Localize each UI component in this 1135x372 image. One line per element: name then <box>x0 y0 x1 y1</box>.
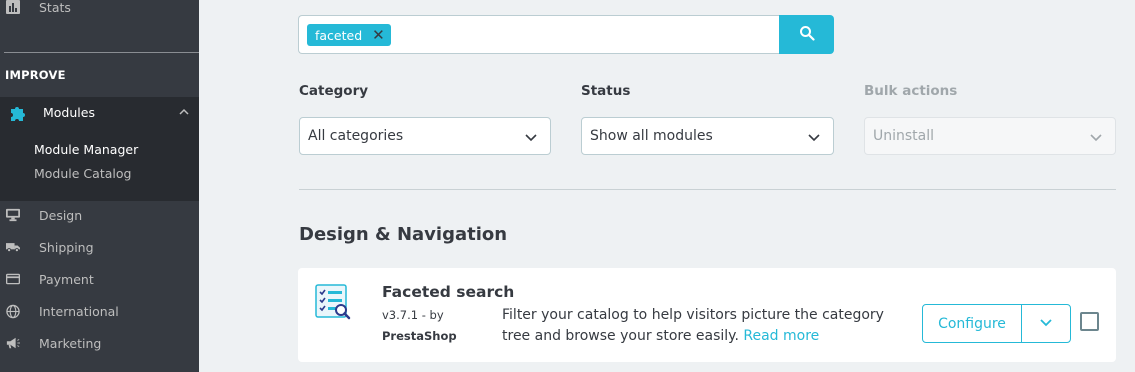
search-tag: faceted ✕ <box>307 24 391 46</box>
faceted-search-icon <box>314 283 352 321</box>
sidebar-divider <box>4 52 199 53</box>
divider <box>299 189 1116 190</box>
search-icon <box>799 25 815 45</box>
sidebar-item-label: Shipping <box>39 239 94 255</box>
sidebar-item-stats[interactable]: Stats <box>0 0 199 19</box>
sidebar-item-label: Payment <box>39 271 94 287</box>
module-description: Filter your catalog to help visitors pic… <box>502 305 902 347</box>
module-action-group: Configure <box>922 304 1071 343</box>
modules-submenu: Module Manager Module Catalog <box>0 128 199 201</box>
module-card: Faceted search v3.7.1 - by PrestaShop Fi… <box>298 268 1116 362</box>
search-button[interactable] <box>779 15 834 54</box>
search-tag-label: faceted <box>315 27 363 43</box>
module-description-text: Filter your catalog to help visitors pic… <box>502 307 884 344</box>
module-version: v3.7.1 - by <box>382 308 444 322</box>
submenu-item-module-manager[interactable]: Module Manager <box>34 142 138 157</box>
sidebar-section-title: IMPROVE <box>5 68 66 82</box>
status-select[interactable]: Show all modules <box>581 117 834 155</box>
category-label: Category <box>299 83 369 99</box>
truck-icon <box>6 240 20 254</box>
sidebar-item-label: Marketing <box>39 335 102 351</box>
sidebar-item-label: Modules <box>43 105 95 120</box>
sidebar-item-label: Stats <box>39 0 71 15</box>
sidebar-item-marketing[interactable]: Marketing <box>0 331 199 355</box>
globe-icon <box>6 304 20 318</box>
sidebar-item-label: International <box>39 303 119 319</box>
status-label: Status <box>581 83 631 99</box>
sidebar: Stats IMPROVE Modules Module Manager Mod… <box>0 0 199 372</box>
sidebar-item-label: Design <box>39 207 83 223</box>
module-select-checkbox[interactable] <box>1080 312 1099 331</box>
module-search-input[interactable]: faceted ✕ <box>298 15 780 54</box>
sidebar-item-modules[interactable]: Modules <box>0 97 199 128</box>
credit-card-icon <box>6 272 20 286</box>
chevron-down-icon <box>1039 314 1053 333</box>
configure-button[interactable]: Configure <box>923 305 1022 342</box>
bulk-actions-label: Bulk actions <box>864 83 958 99</box>
sidebar-item-payment[interactable]: Payment <box>0 267 199 291</box>
category-select-value: All categories <box>308 128 404 144</box>
sidebar-item-design[interactable]: Design <box>0 203 199 227</box>
monitor-icon <box>6 208 20 222</box>
bar-chart-icon <box>6 0 20 14</box>
chevron-down-icon <box>1089 130 1103 144</box>
bulk-actions-select-value: Uninstall <box>873 128 935 144</box>
category-select[interactable]: All categories <box>299 117 551 155</box>
close-icon[interactable]: ✕ <box>372 27 385 43</box>
bulk-actions-select: Uninstall <box>864 117 1116 155</box>
module-actions-dropdown[interactable] <box>1022 305 1070 342</box>
megaphone-icon <box>6 336 20 350</box>
chevron-down-icon <box>524 130 538 144</box>
module-author: PrestaShop <box>382 329 457 343</box>
sidebar-item-international[interactable]: International <box>0 299 199 323</box>
submenu-item-module-catalog[interactable]: Module Catalog <box>34 166 131 181</box>
module-title: Faceted search <box>382 283 515 301</box>
chevron-up-icon[interactable] <box>178 106 190 118</box>
puzzle-icon <box>9 104 27 122</box>
category-section-title: Design & Navigation <box>299 224 508 245</box>
chevron-down-icon <box>807 130 821 144</box>
read-more-link[interactable]: Read more <box>743 328 819 344</box>
status-select-value: Show all modules <box>590 128 713 144</box>
sidebar-item-shipping[interactable]: Shipping <box>0 235 199 259</box>
